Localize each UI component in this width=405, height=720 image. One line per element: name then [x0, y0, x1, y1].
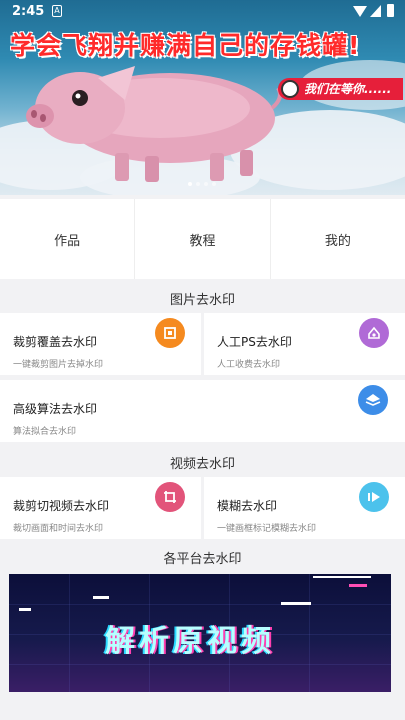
grid-line: [9, 604, 391, 605]
carousel-dot[interactable]: [188, 182, 192, 186]
carousel-dot[interactable]: [204, 182, 208, 186]
notification-icon: A: [52, 5, 62, 17]
card-subtitle: 一键画框标记模糊去水印: [217, 524, 317, 534]
glitch-bar: [281, 602, 311, 605]
layers-icon: [358, 385, 388, 415]
glitch-bar: [93, 596, 109, 599]
carousel-dot[interactable]: [212, 182, 216, 186]
battery-icon: [387, 4, 394, 17]
manual-edit-icon: [359, 318, 389, 348]
card-title: 高级算法去水印: [13, 402, 98, 416]
carousel-indicator: [188, 182, 216, 186]
banner-text: 解析原视频: [105, 624, 275, 659]
clock: 2:45: [12, 4, 45, 19]
pig-illustration: [26, 66, 282, 182]
grid-line: [309, 574, 310, 692]
section-title-image: 图片去水印: [169, 293, 235, 308]
wifi-icon: [353, 6, 367, 17]
tab-mine[interactable]: 我的: [271, 199, 405, 279]
card-subtitle: 一键裁剪图片去掉水印: [13, 360, 104, 370]
glitch-bar: [313, 576, 371, 578]
crop-icon: [155, 482, 185, 512]
card-subtitle: 算法拟合去水印: [13, 427, 77, 437]
crop-square-icon: [155, 318, 185, 348]
card-subtitle: 人工收费去水印: [217, 360, 281, 370]
card-title: 裁剪覆盖去水印: [13, 335, 98, 349]
card-crop-video[interactable]: 裁剪切视频去水印 裁切画面和时间去水印: [0, 477, 201, 539]
promo-banner[interactable]: 学会飞翔并赚满自己的存钱罐! 我们在等你......: [0, 0, 405, 195]
section-title-video: 视频去水印: [169, 457, 235, 472]
card-subtitle: 裁切画面和时间去水印: [13, 524, 104, 534]
glitch-bar: [19, 608, 31, 611]
avatar: [281, 80, 299, 98]
card-crop-cover[interactable]: 裁剪覆盖去水印 一键裁剪图片去掉水印: [0, 313, 201, 375]
card-title: 裁剪切视频去水印: [13, 499, 110, 513]
tab-works[interactable]: 作品: [0, 199, 136, 279]
grid-line: [9, 664, 391, 665]
card-blur[interactable]: 模糊去水印 一键画框标记模糊去水印: [204, 477, 405, 539]
card-manual-ps[interactable]: 人工PS去水印 人工收费去水印: [204, 313, 405, 375]
grid-line: [69, 574, 70, 692]
carousel-dot[interactable]: [196, 182, 200, 186]
parse-video-banner[interactable]: 解析原视频: [9, 574, 391, 692]
tab-tutorial[interactable]: 教程: [135, 199, 271, 279]
card-title: 人工PS去水印: [217, 335, 292, 349]
status-bar: 2:45 A: [0, 0, 405, 24]
top-nav: 作品 教程 我的: [0, 199, 405, 279]
blur-play-icon: [359, 482, 389, 512]
banner-title: 学会飞翔并赚满自己的存钱罐!: [10, 31, 361, 60]
section-title-platform: 各平台去水印: [163, 552, 242, 567]
glitch-bar: [349, 584, 367, 587]
signal-icon: [370, 5, 381, 17]
card-advanced-algorithm[interactable]: 高级算法去水印 算法拟合去水印: [0, 380, 405, 442]
card-title: 模糊去水印: [217, 499, 278, 513]
